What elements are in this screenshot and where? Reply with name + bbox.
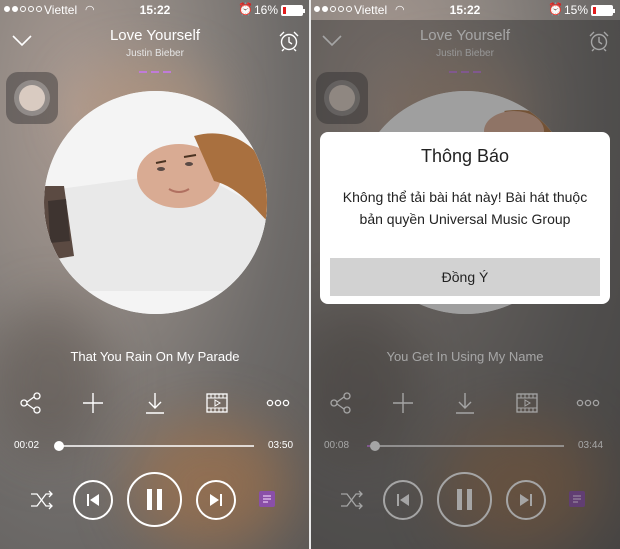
previous-button[interactable] (73, 480, 113, 520)
player-screen-left: Viettel ◠ 15:22 ⏰ 16% Love Yourself Just… (0, 0, 310, 549)
status-bar: Viettel ◠ 15:22 ⏰ 16% (0, 0, 310, 20)
download-icon[interactable] (144, 392, 166, 414)
dialog-title: Thông Báo (420, 146, 510, 166)
add-icon[interactable] (82, 392, 104, 414)
seek-bar[interactable] (53, 441, 254, 451)
current-track-label: That You Rain On My Parade (70, 349, 240, 364)
elapsed-time: 00:02 (14, 440, 40, 451)
total-time: 03:50 (268, 440, 294, 451)
dialog-message: Không thể tải bài hát này! Bài hát thuộc… (330, 186, 600, 230)
playlist-icon[interactable] (258, 490, 276, 508)
alarm-status-icon: ⏰ (548, 2, 563, 16)
pause-button[interactable] (127, 472, 182, 527)
progress-row: 00:02 03:50 (0, 438, 310, 454)
song-title: Love Yourself (109, 27, 201, 44)
status-bar: Viettel ◠ 15:22 ⏰ 15% (310, 0, 620, 20)
dialog-message-line-1: Không thể tải bài hát này! Bài hát thuộc (342, 189, 588, 205)
dialog-confirm-button[interactable]: Đồng Ý (330, 258, 600, 296)
shuffle-icon[interactable] (30, 490, 54, 510)
album-art (44, 91, 267, 314)
more-icon[interactable] (266, 392, 290, 414)
pause-icon (147, 489, 162, 510)
playback-controls (0, 470, 310, 530)
battery-icon (591, 5, 615, 16)
player-screen-right: Viettel ◠ 15:22 ⏰ 15% Love Yourself Just… (310, 0, 620, 549)
battery-percent: 16% (254, 3, 279, 17)
alarm-clock-icon[interactable] (278, 30, 300, 52)
dialog-message-line-2: bản quyền Universal Music Group (359, 211, 571, 227)
artist-name: Justin Bieber (126, 48, 184, 59)
next-button[interactable] (196, 480, 236, 520)
assistive-touch-button[interactable] (6, 72, 58, 124)
alarm-status-icon: ⏰ (238, 2, 253, 16)
battery-icon (281, 5, 305, 16)
share-icon[interactable] (20, 392, 42, 414)
previous-icon (87, 494, 99, 506)
battery-percent: 15% (564, 3, 589, 17)
screenshot-divider (309, 0, 311, 549)
alert-dialog: Thông Báo Không thể tải bài hát này! Bài… (320, 132, 610, 304)
action-bar (0, 392, 310, 416)
video-icon[interactable] (206, 392, 228, 414)
seek-handle[interactable] (53, 441, 64, 451)
next-icon (210, 494, 222, 506)
